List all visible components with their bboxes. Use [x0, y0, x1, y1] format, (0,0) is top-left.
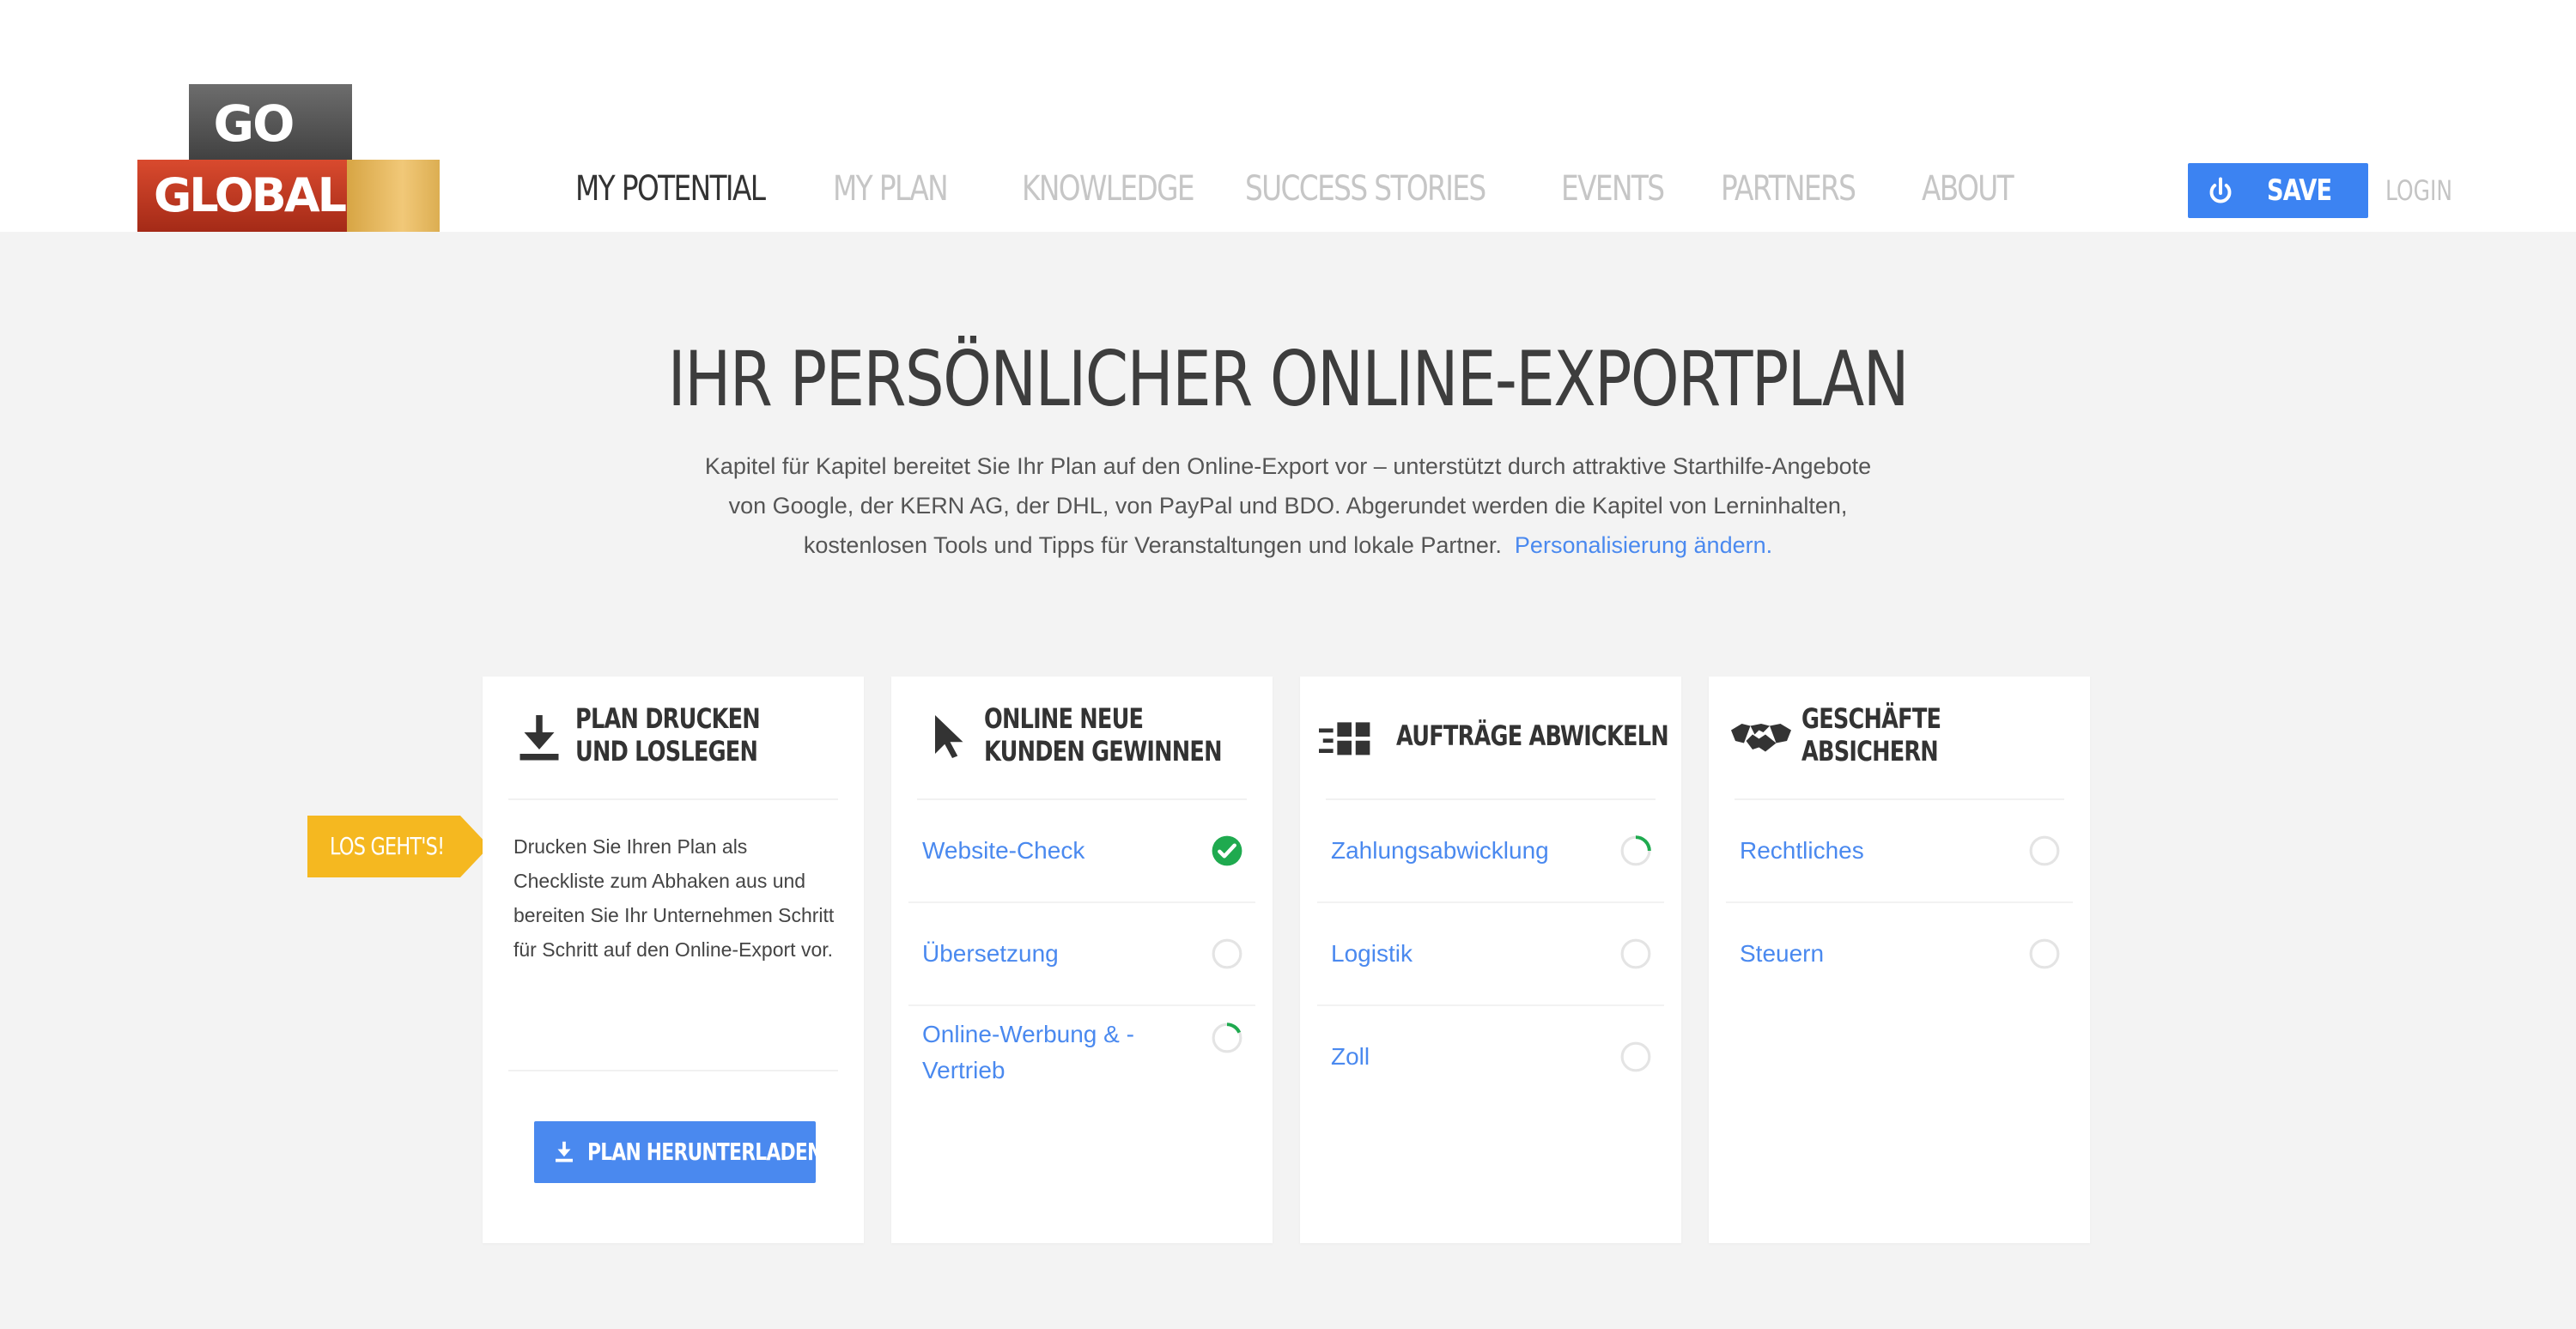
card-title: AUFTRÄGE ABWICKELN: [1396, 719, 1669, 752]
login-link[interactable]: LOGIN: [2385, 165, 2452, 216]
status-open-icon: [1620, 938, 1651, 969]
task-zoll[interactable]: Zoll: [1300, 1004, 1681, 1106]
nav-success-stories[interactable]: SUCCESS STORIES: [1245, 163, 1486, 215]
personalisierung-link[interactable]: Personalisierung ändern.: [1515, 532, 1772, 558]
task-uebersetzung[interactable]: Übersetzung: [891, 901, 1273, 1003]
handshake-icon: [1731, 724, 1791, 752]
status-progress-icon: [1212, 1023, 1242, 1053]
status-progress-icon: [1620, 835, 1651, 866]
logo-go-text: GO: [213, 94, 295, 153]
task-steuern[interactable]: Steuern: [1709, 901, 2090, 1003]
task-zahlungsabwicklung[interactable]: Zahlungsabwicklung: [1300, 798, 1681, 900]
logo-global-text: GLOBAL: [153, 168, 347, 222]
task-logistik[interactable]: Logistik: [1300, 901, 1681, 1003]
card-title: GESCHÄFTE ABSICHERN: [1801, 702, 1941, 768]
fast-boxes-icon: [1319, 722, 1370, 756]
nav-my-plan[interactable]: MY PLAN: [833, 163, 949, 215]
task-website-check[interactable]: Website-Check: [891, 798, 1273, 900]
status-open-icon: [2029, 835, 2060, 866]
check-done-icon: [1212, 835, 1242, 866]
download-icon: [519, 715, 559, 761]
nav-my-potential[interactable]: MY POTENTIAL: [575, 163, 766, 215]
status-open-icon: [1620, 1041, 1651, 1072]
status-open-icon: [1212, 938, 1242, 969]
card-geschaefte-absichern: GESCHÄFTE ABSICHERN Rechtliches Steuern: [1709, 677, 2090, 1243]
plan-herunterladen-button[interactable]: PLAN HERUNTERLADEN: [534, 1121, 823, 1183]
card-title: PLAN DRUCKEN UND LOSLEGEN: [575, 702, 761, 768]
task-online-werbung[interactable]: Online-Werbung & -Vertrieb: [891, 1004, 1273, 1106]
nav-knowledge[interactable]: KNOWLEDGE: [1022, 163, 1195, 215]
nav-partners[interactable]: PARTNERS: [1721, 163, 1856, 215]
intro-text: Kapitel für Kapitel bereitet Sie Ihr Pla…: [704, 453, 1872, 558]
save-button[interactable]: SAVE: [2188, 163, 2368, 218]
page-title: IHR PERSÖNLICHER ONLINE-EXPORTPLAN: [667, 335, 1910, 423]
save-hand-icon: [2209, 177, 2232, 203]
nav-events[interactable]: EVENTS: [1561, 163, 1665, 215]
cursor-icon: [935, 715, 963, 758]
card-kunden-gewinnen: ONLINE NEUE KUNDEN GEWINNEN Website-Chec…: [891, 677, 1273, 1243]
site-header: GO GLOBAL MY POTENTIAL MY PLAN KNOWLEDGE…: [0, 0, 2576, 232]
card-auftraege-abwickeln: AUFTRÄGE ABWICKELN Zahlungsabwicklung Lo…: [1300, 677, 1681, 1243]
card-title: ONLINE NEUE KUNDEN GEWINNEN: [984, 702, 1222, 768]
save-label: SAVE: [2267, 173, 2332, 208]
card-description: Drucken Sie Ihren Plan als Checkliste zu…: [513, 835, 835, 961]
los-gehts-tag: LOS GEHT'S!: [307, 816, 489, 877]
card-plan-drucken: PLAN DRUCKEN UND LOSLEGEN Drucken Sie Ih…: [483, 677, 864, 1243]
go-global-logo[interactable]: GO GLOBAL: [137, 84, 440, 232]
download-icon: [556, 1141, 573, 1162]
status-open-icon: [2029, 938, 2060, 969]
task-rechtliches[interactable]: Rechtliches: [1709, 798, 2090, 900]
nav-about[interactable]: ABOUT: [1922, 163, 2014, 215]
